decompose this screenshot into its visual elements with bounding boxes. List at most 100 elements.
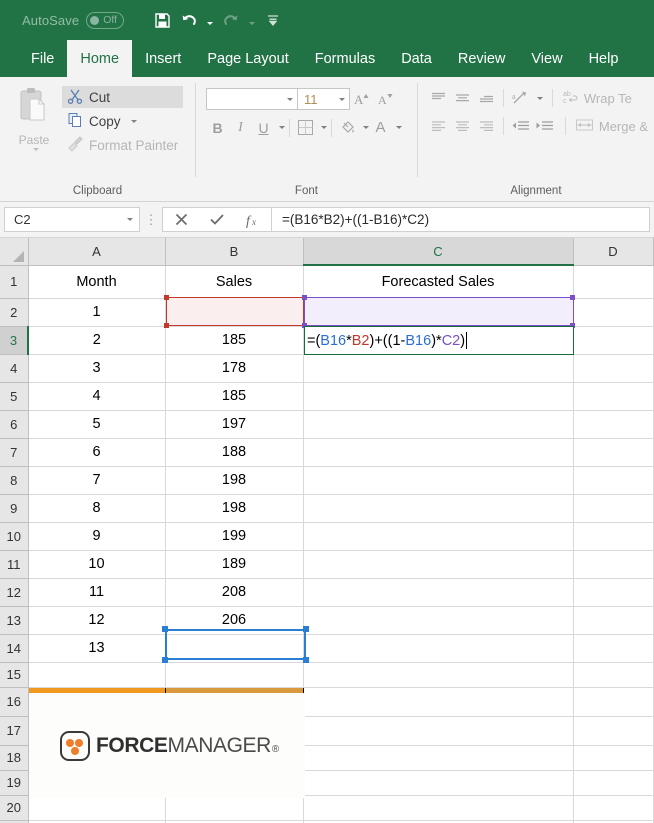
column-header-c[interactable]: C — [303, 238, 574, 266]
orientation-icon[interactable]: a — [509, 87, 532, 109]
cell-c19[interactable] — [303, 770, 574, 796]
autosave-toggle[interactable]: AutoSave Off — [22, 11, 125, 29]
cell-b11[interactable]: 189 — [165, 550, 304, 579]
cell-d15[interactable] — [573, 662, 654, 688]
name-box-dropdown-icon[interactable] — [127, 218, 133, 221]
cell-d18[interactable] — [573, 745, 654, 771]
row-header-12[interactable]: 12 — [0, 578, 29, 607]
cell-a9[interactable]: 8 — [28, 494, 166, 523]
cell-c9[interactable] — [303, 494, 574, 523]
align-right-icon[interactable] — [475, 115, 498, 137]
cell-c11[interactable] — [303, 550, 574, 579]
cell-c14[interactable] — [303, 634, 574, 663]
cell-d5[interactable] — [573, 382, 654, 411]
cell-d19[interactable] — [573, 770, 654, 796]
insert-function-icon[interactable]: fx — [235, 208, 271, 231]
align-middle-icon[interactable] — [451, 87, 474, 109]
cell-a11[interactable]: 10 — [28, 550, 166, 579]
cell-c17[interactable] — [303, 716, 574, 746]
cell-d20[interactable] — [573, 795, 654, 821]
cell-b20[interactable] — [165, 795, 304, 821]
font-name-input[interactable] — [206, 88, 298, 110]
row-header-8[interactable]: 8 — [0, 466, 29, 495]
cell-b5[interactable]: 185 — [165, 382, 304, 411]
row-header-6[interactable]: 6 — [0, 410, 29, 439]
cell-a2[interactable]: 1 — [28, 298, 166, 327]
underline-button[interactable]: U — [252, 116, 275, 139]
row-header-2[interactable]: 2 — [0, 298, 29, 327]
cell-b15[interactable] — [165, 662, 304, 688]
undo-icon[interactable] — [177, 8, 201, 32]
row-header-14[interactable]: 14 — [0, 634, 29, 663]
formula-input[interactable]: =(B16*B2)+((1-B16)*C2) — [272, 207, 650, 232]
undo-dropdown-icon[interactable] — [204, 8, 216, 32]
row-header-4[interactable]: 4 — [0, 354, 29, 383]
cell-a5[interactable]: 4 — [28, 382, 166, 411]
save-icon[interactable] — [150, 8, 174, 32]
cell-a12[interactable]: 11 — [28, 578, 166, 607]
row-header-5[interactable]: 5 — [0, 382, 29, 411]
align-top-icon[interactable] — [427, 87, 450, 109]
cell-a20[interactable] — [28, 795, 166, 821]
cell-a7[interactable]: 6 — [28, 438, 166, 467]
tab-view[interactable]: View — [518, 40, 575, 77]
forcemanager-logo[interactable]: FORCE MANAGER ® — [29, 693, 305, 798]
cell-a15[interactable] — [28, 662, 166, 688]
column-header-a[interactable]: A — [28, 238, 166, 266]
row-header-19[interactable]: 19 — [0, 770, 29, 796]
font-color-icon[interactable]: A — [369, 116, 392, 139]
row-header-17[interactable]: 17 — [0, 716, 29, 746]
cell-b8[interactable]: 198 — [165, 466, 304, 495]
cell-a14[interactable]: 13 — [28, 634, 166, 663]
cell-a10[interactable]: 9 — [28, 522, 166, 551]
cell-b10[interactable]: 199 — [165, 522, 304, 551]
cell-c5[interactable] — [303, 382, 574, 411]
tab-home[interactable]: Home — [67, 40, 133, 77]
tab-formulas[interactable]: Formulas — [302, 40, 388, 77]
cell-d2[interactable] — [573, 298, 654, 327]
font-name-dropdown-icon[interactable] — [287, 97, 293, 101]
cell-c13[interactable] — [303, 606, 574, 635]
wrap-text-button[interactable]: ab c Wrap Te — [558, 87, 632, 109]
cell-c8[interactable] — [303, 466, 574, 495]
bold-button[interactable]: B — [206, 116, 229, 139]
cell-d13[interactable] — [573, 606, 654, 635]
row-header-20[interactable]: 20 — [0, 795, 29, 821]
cell-b2[interactable]: 180 — [165, 298, 304, 327]
cell-d16[interactable] — [573, 687, 654, 717]
cell-c2[interactable]: 184 — [303, 298, 574, 327]
tab-help[interactable]: Help — [576, 40, 632, 77]
decrease-font-size-icon[interactable]: A — [374, 87, 398, 111]
formula-bar-grip[interactable]: ⋮ — [140, 212, 162, 228]
row-header-3[interactable]: 3 — [0, 326, 29, 355]
row-header-11[interactable]: 11 — [0, 550, 29, 579]
align-bottom-icon[interactable] — [475, 87, 498, 109]
borders-dropdown-icon[interactable] — [321, 126, 327, 129]
cell-d11[interactable] — [573, 550, 654, 579]
align-center-icon[interactable] — [451, 115, 474, 137]
increase-font-size-icon[interactable]: A — [350, 87, 374, 111]
row-header-10[interactable]: 10 — [0, 522, 29, 551]
cell-c4[interactable] — [303, 354, 574, 383]
orientation-dropdown-icon[interactable] — [536, 96, 543, 100]
cell-d9[interactable] — [573, 494, 654, 523]
row-header-15[interactable]: 15 — [0, 662, 29, 688]
cell-a4[interactable]: 3 — [28, 354, 166, 383]
font-color-dropdown-icon[interactable] — [396, 126, 402, 129]
borders-icon[interactable] — [294, 116, 317, 139]
cell-d3[interactable] — [573, 326, 654, 355]
cell-d10[interactable] — [573, 522, 654, 551]
cell-b7[interactable]: 188 — [165, 438, 304, 467]
cell-c1[interactable]: Forecasted Sales — [303, 265, 574, 299]
tab-data[interactable]: Data — [388, 40, 445, 77]
cell-d7[interactable] — [573, 438, 654, 467]
row-header-13[interactable]: 13 — [0, 606, 29, 635]
increase-indent-icon[interactable] — [533, 115, 556, 137]
confirm-checkmark-icon[interactable] — [199, 208, 235, 231]
cell-a3[interactable]: 2 — [28, 326, 166, 355]
cell-b1[interactable]: Sales — [165, 265, 304, 299]
font-size-dropdown-icon[interactable] — [339, 97, 345, 101]
cancel-icon[interactable] — [163, 208, 199, 231]
paste-dropdown-icon[interactable] — [33, 148, 39, 151]
cell-c7[interactable] — [303, 438, 574, 467]
